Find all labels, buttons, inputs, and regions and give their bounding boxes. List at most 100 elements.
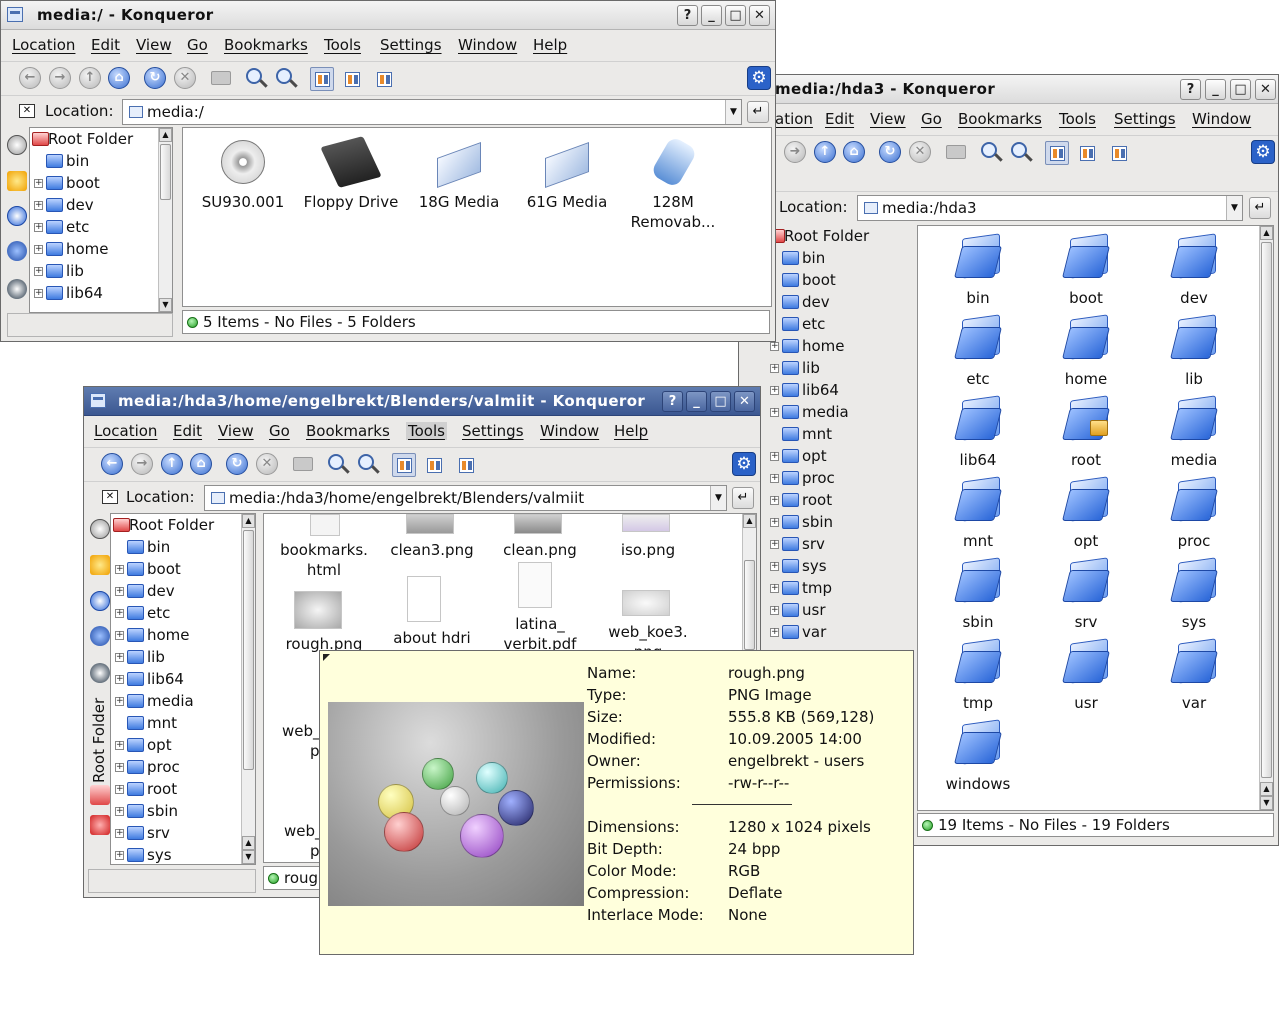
bookmarks-icon[interactable]: [90, 555, 110, 575]
print-icon[interactable]: [946, 145, 966, 159]
forward-icon[interactable]: →: [49, 67, 71, 89]
titlebar-hda3[interactable]: media:/hda3 - Konqueror ? _ □ ✕: [739, 75, 1278, 104]
zoom-in-icon[interactable]: [246, 68, 262, 84]
expand-icon[interactable]: +: [115, 785, 124, 794]
tree-item[interactable]: + media: [115, 691, 255, 713]
folder-item[interactable]: mnt: [924, 475, 1032, 553]
scroll-down-icon[interactable]: ▼: [1260, 796, 1273, 810]
menu-window[interactable]: Window: [1192, 110, 1251, 128]
menu-view[interactable]: View: [218, 422, 254, 440]
document-thumbnail[interactable]: [407, 576, 441, 622]
up-icon[interactable]: ↑: [161, 453, 183, 475]
tree-item[interactable]: + boot: [34, 173, 172, 195]
file-item-label[interactable]: latina_ verbit.pdf: [486, 614, 594, 654]
reload-icon[interactable]: ↻: [226, 453, 248, 475]
menu-settings[interactable]: Settings: [380, 36, 442, 54]
file-item-label[interactable]: web_: [282, 722, 321, 740]
tree-item[interactable]: + etc: [115, 603, 255, 625]
scroll-up-icon[interactable]: ▲: [242, 836, 255, 850]
detail-view-icon[interactable]: [340, 67, 364, 91]
tree-item[interactable]: mnt: [115, 713, 255, 735]
expand-icon[interactable]: +: [115, 609, 124, 618]
up-icon[interactable]: ↑: [79, 67, 101, 89]
expand-icon[interactable]: +: [770, 518, 779, 527]
expand-icon[interactable]: +: [115, 565, 124, 574]
services-icon[interactable]: [90, 663, 110, 683]
expand-icon[interactable]: +: [770, 364, 779, 373]
scroll-up-icon[interactable]: ▲: [743, 514, 756, 528]
help-button[interactable]: ?: [677, 5, 698, 26]
expand-icon[interactable]: +: [34, 201, 43, 210]
media-item[interactable]: SU930.001: [189, 136, 297, 246]
go-button[interactable]: ↵: [1249, 197, 1271, 219]
gear-icon[interactable]: ⚙: [1251, 140, 1275, 164]
expand-icon[interactable]: +: [115, 587, 124, 596]
menu-help[interactable]: Help: [614, 422, 648, 440]
expand-icon[interactable]: +: [770, 408, 779, 417]
home-icon[interactable]: ⌂: [190, 453, 212, 475]
forward-icon[interactable]: ➜: [784, 141, 806, 163]
menu-settings[interactable]: Settings: [1114, 110, 1176, 128]
image-thumbnail[interactable]: [294, 591, 342, 629]
tree-item[interactable]: + var: [770, 622, 906, 644]
menu-bookmarks[interactable]: Bookmarks: [224, 36, 308, 54]
menu-help[interactable]: Help: [533, 36, 567, 54]
file-item-label[interactable]: about hdri: [378, 628, 486, 648]
icon-view-icon[interactable]: [392, 453, 416, 477]
menu-location[interactable]: Location: [94, 422, 157, 440]
menu-tools[interactable]: Tools: [406, 422, 447, 440]
media-item[interactable]: 18G Media: [405, 136, 513, 246]
menu-go[interactable]: Go: [187, 36, 208, 54]
tree-item[interactable]: + media: [770, 402, 906, 424]
folder-item[interactable]: home: [1032, 313, 1140, 391]
file-item-label[interactable]: iso.png: [594, 540, 702, 560]
network-icon[interactable]: [90, 626, 110, 646]
tree-item[interactable]: + dev: [115, 581, 255, 603]
expand-icon[interactable]: +: [770, 584, 779, 593]
folder-item[interactable]: dev: [1140, 232, 1248, 310]
scroll-up-icon[interactable]: ▲: [1260, 226, 1273, 240]
folder-item[interactable]: windows: [924, 718, 1032, 796]
location-value[interactable]: media:/hda3: [882, 199, 977, 217]
tree-item[interactable]: mnt: [770, 424, 906, 446]
tree-item[interactable]: + lib64: [770, 380, 906, 402]
folder-item[interactable]: sbin: [924, 556, 1032, 634]
maximize-button[interactable]: □: [1230, 79, 1251, 100]
reload-icon[interactable]: ↻: [879, 141, 901, 163]
maximize-button[interactable]: □: [725, 5, 746, 26]
location-value[interactable]: media:/: [147, 103, 204, 121]
tree-item[interactable]: + proc: [115, 757, 255, 779]
expand-icon[interactable]: +: [115, 741, 124, 750]
icon-view-icon[interactable]: [310, 67, 334, 91]
stop-icon[interactable]: ✕: [909, 141, 931, 163]
scrollbar[interactable]: ▲ ▼: [158, 128, 172, 312]
scroll-up-icon[interactable]: ▲: [1260, 782, 1273, 796]
tree-item[interactable]: + sys: [770, 556, 906, 578]
back-icon[interactable]: ←: [19, 67, 41, 89]
expand-icon[interactable]: +: [34, 245, 43, 254]
menu-tools[interactable]: Tools: [1059, 110, 1096, 128]
tree-item[interactable]: + home: [115, 625, 255, 647]
scroll-thumb[interactable]: [744, 560, 755, 650]
detail-view-icon[interactable]: [422, 453, 446, 477]
gear-icon[interactable]: ⚙: [747, 66, 771, 90]
image-thumbnail[interactable]: [622, 514, 670, 532]
expand-icon[interactable]: +: [770, 562, 779, 571]
expand-icon[interactable]: +: [115, 631, 124, 640]
minimize-button[interactable]: _: [1205, 79, 1226, 100]
preview-icon[interactable]: [454, 453, 478, 477]
detail-view-icon[interactable]: [1075, 141, 1099, 165]
tree-item[interactable]: + root: [115, 779, 255, 801]
menu-go[interactable]: Go: [921, 110, 942, 128]
chevron-down-icon[interactable]: ▼: [710, 486, 726, 510]
tree-item[interactable]: dev: [770, 292, 906, 314]
close-button[interactable]: ✕: [749, 5, 770, 26]
tree-root[interactable]: Root Folder: [768, 226, 906, 248]
tree-item[interactable]: + usr: [770, 600, 906, 622]
menu-go[interactable]: Go: [269, 422, 290, 440]
tree-item[interactable]: + tmp: [770, 578, 906, 600]
tree-item[interactable]: bin: [115, 537, 255, 559]
tree-item[interactable]: + home: [770, 336, 906, 358]
location-combo[interactable]: media:/ ▼: [122, 99, 742, 125]
zoom-out-icon[interactable]: [1011, 142, 1027, 158]
